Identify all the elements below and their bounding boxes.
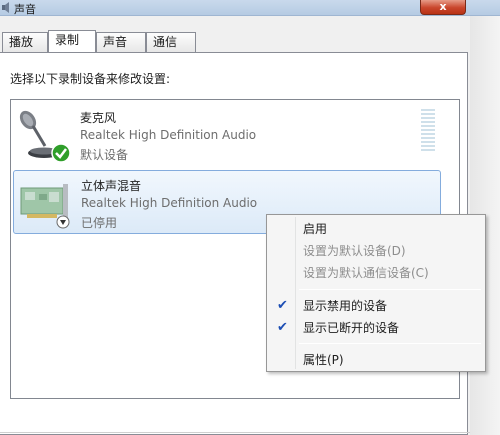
- device-item-microphone[interactable]: 麦克风 Realtek High Definition Audio 默认设备: [13, 103, 441, 167]
- level-meter: [421, 109, 435, 155]
- device-status: 默认设备: [80, 148, 129, 162]
- checkmark-icon: ✔: [277, 320, 288, 335]
- menu-item-show-disconnected[interactable]: ✔ 显示已断开的设备: [269, 317, 483, 339]
- menu-separator: [299, 343, 481, 344]
- speaker-icon: [2, 2, 9, 13]
- title-bar: 声音 x: [0, 0, 500, 16]
- close-button[interactable]: x: [420, 0, 466, 15]
- tab-recording[interactable]: 录制: [48, 30, 96, 52]
- checkmark-icon: ✔: [277, 298, 288, 313]
- menu-item-label: 设置为默认设备(D): [303, 244, 406, 258]
- menu-item-label: 显示已断开的设备: [303, 321, 400, 335]
- menu-item-label: 属性(P): [303, 353, 344, 367]
- device-name: 麦克风: [80, 111, 117, 125]
- menu-item-label: 显示禁用的设备: [303, 299, 388, 313]
- menu-item-set-default: 设置为默认设备(D): [269, 240, 483, 262]
- menu-item-show-disabled[interactable]: ✔ 显示禁用的设备: [269, 295, 483, 317]
- tab-sounds[interactable]: 声音: [96, 32, 146, 52]
- instruction-text: 选择以下录制设备来修改设置:: [10, 72, 171, 86]
- menu-item-label: 启用: [303, 222, 328, 236]
- window-title: 声音: [14, 3, 36, 16]
- default-check-badge-icon: [51, 143, 71, 163]
- menu-item-enable[interactable]: 启用: [269, 218, 483, 240]
- menu-item-label: 设置为默认通信设备(C): [303, 266, 429, 280]
- disabled-arrow-badge-icon: [56, 215, 70, 229]
- menu-item-set-default-comm: 设置为默认通信设备(C): [269, 262, 483, 284]
- context-menu: 启用 设置为默认设备(D) 设置为默认通信设备(C) ✔ 显示禁用的设备 ✔ 显…: [266, 214, 486, 372]
- menu-separator: [299, 289, 481, 290]
- menu-item-properties[interactable]: 属性(P): [269, 349, 483, 371]
- device-driver: Realtek High Definition Audio: [80, 128, 257, 142]
- tab-playback[interactable]: 播放: [2, 32, 48, 52]
- device-name: 立体声混音: [81, 179, 142, 193]
- device-driver: Realtek High Definition Audio: [81, 196, 258, 210]
- divider: [0, 432, 470, 433]
- device-status: 已停用: [81, 216, 118, 230]
- tab-communications[interactable]: 通信: [146, 32, 196, 52]
